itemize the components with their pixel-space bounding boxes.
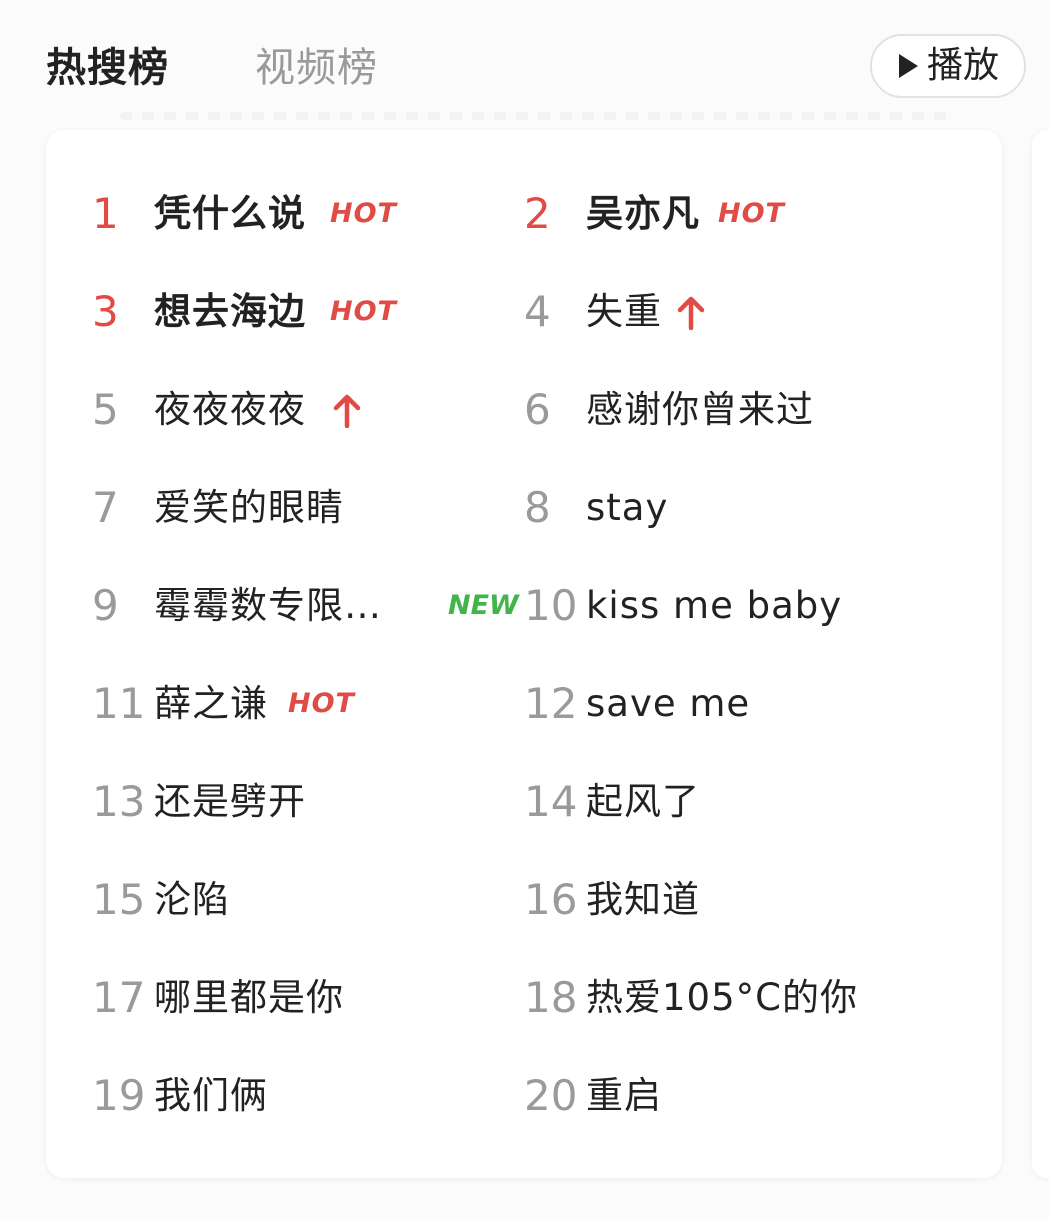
list-item[interactable]: 1 凭什么说 HOT — [92, 184, 512, 244]
rank-number: 18 — [524, 973, 578, 1022]
hot-search-list: 1 凭什么说 HOT 2 吴亦凡 HOT 3 想去海边 HOT 4 失重 5 夜… — [46, 130, 1002, 1178]
item-title: 我们俩 — [154, 1074, 268, 1117]
item-title: kiss me baby — [586, 584, 843, 627]
list-item[interactable]: 16 我知道 — [524, 870, 944, 930]
play-button[interactable]: 播放 — [870, 34, 1026, 98]
list-item[interactable]: 8 stay — [524, 478, 944, 538]
item-title: 我知道 — [586, 878, 700, 921]
rank-number: 16 — [524, 875, 578, 924]
rank-number: 3 — [92, 287, 119, 336]
hot-badge: HOT — [718, 198, 785, 229]
hot-badge: HOT — [288, 688, 355, 719]
tab-divider — [120, 112, 950, 120]
tab-hot-search[interactable]: 热搜榜 — [46, 42, 169, 94]
item-title: 爱笑的眼睛 — [154, 486, 344, 529]
item-title: 感谢你曾来过 — [586, 388, 814, 431]
new-badge: NEW — [448, 590, 519, 621]
rank-number: 7 — [92, 483, 119, 532]
item-title: 沦陷 — [154, 878, 230, 921]
list-item[interactable]: 13 还是劈开 — [92, 772, 512, 832]
list-item[interactable]: 10 kiss me baby — [524, 576, 944, 636]
rank-number: 5 — [92, 385, 119, 434]
rank-number: 4 — [524, 287, 551, 336]
item-title: 吴亦凡 — [586, 192, 700, 235]
list-item[interactable]: 14 起风了 — [524, 772, 944, 832]
rank-number: 2 — [524, 189, 551, 238]
item-title: 还是劈开 — [154, 780, 306, 823]
list-item[interactable]: 4 失重 — [524, 282, 944, 342]
list-item[interactable]: 17 哪里都是你 — [92, 968, 512, 1028]
item-title: 哪里都是你 — [154, 976, 344, 1019]
rank-number: 17 — [92, 973, 146, 1022]
list-item[interactable]: 7 爱笑的眼睛 — [92, 478, 512, 538]
item-title: 想去海边 — [154, 290, 306, 333]
hot-search-panel: 热搜榜 视频榜 播放 1 凭什么说 HOT 2 吴亦凡 HOT 3 想去海边 H… — [0, 0, 1049, 1221]
tab-video[interactable]: 视频榜 — [255, 42, 378, 94]
play-icon — [897, 53, 919, 79]
item-title: 薛之谦 — [154, 682, 268, 725]
rank-number: 8 — [524, 483, 551, 532]
item-title: 凭什么说 — [154, 192, 306, 235]
list-item[interactable]: 19 我们俩 — [92, 1066, 512, 1126]
item-title: 夜夜夜夜 — [154, 388, 306, 431]
list-item[interactable]: 20 重启 — [524, 1066, 944, 1126]
rank-number: 19 — [92, 1071, 146, 1120]
hot-badge: HOT — [330, 198, 397, 229]
next-card-edge — [1032, 130, 1049, 1178]
up-arrow-icon — [676, 296, 706, 330]
list-item[interactable]: 15 沦陷 — [92, 870, 512, 930]
rank-number: 12 — [524, 679, 578, 728]
rank-number: 6 — [524, 385, 551, 434]
list-item[interactable]: 18 热爱105°C的你 — [524, 968, 944, 1028]
rank-number: 14 — [524, 777, 578, 826]
item-title: 重启 — [586, 1074, 662, 1117]
up-arrow-icon — [332, 394, 362, 428]
list-item[interactable]: 3 想去海边 HOT — [92, 282, 512, 342]
list-item[interactable]: 5 夜夜夜夜 — [92, 380, 512, 440]
hot-badge: HOT — [330, 296, 397, 327]
rank-number: 13 — [92, 777, 146, 826]
rank-number: 9 — [92, 581, 119, 630]
list-item[interactable]: 12 save me — [524, 674, 944, 734]
item-title: 失重 — [586, 290, 662, 333]
item-title: stay — [586, 486, 669, 529]
play-button-label: 播放 — [926, 45, 999, 86]
rank-number: 1 — [92, 189, 119, 238]
item-title: save me — [586, 682, 751, 725]
item-title: 热爱105°C的你 — [586, 976, 858, 1019]
list-item[interactable]: 9 霉霉数专限… NEW — [92, 576, 519, 636]
item-title: 起风了 — [586, 780, 700, 823]
rank-number: 20 — [524, 1071, 578, 1120]
list-item[interactable]: 11 薛之谦 HOT — [92, 674, 512, 734]
rank-number: 10 — [524, 581, 578, 630]
rank-number: 15 — [92, 875, 146, 924]
item-title: 霉霉数专限… — [154, 584, 382, 627]
rank-number: 11 — [92, 679, 146, 728]
list-item[interactable]: 6 感谢你曾来过 — [524, 380, 944, 440]
list-item[interactable]: 2 吴亦凡 HOT — [524, 184, 944, 244]
